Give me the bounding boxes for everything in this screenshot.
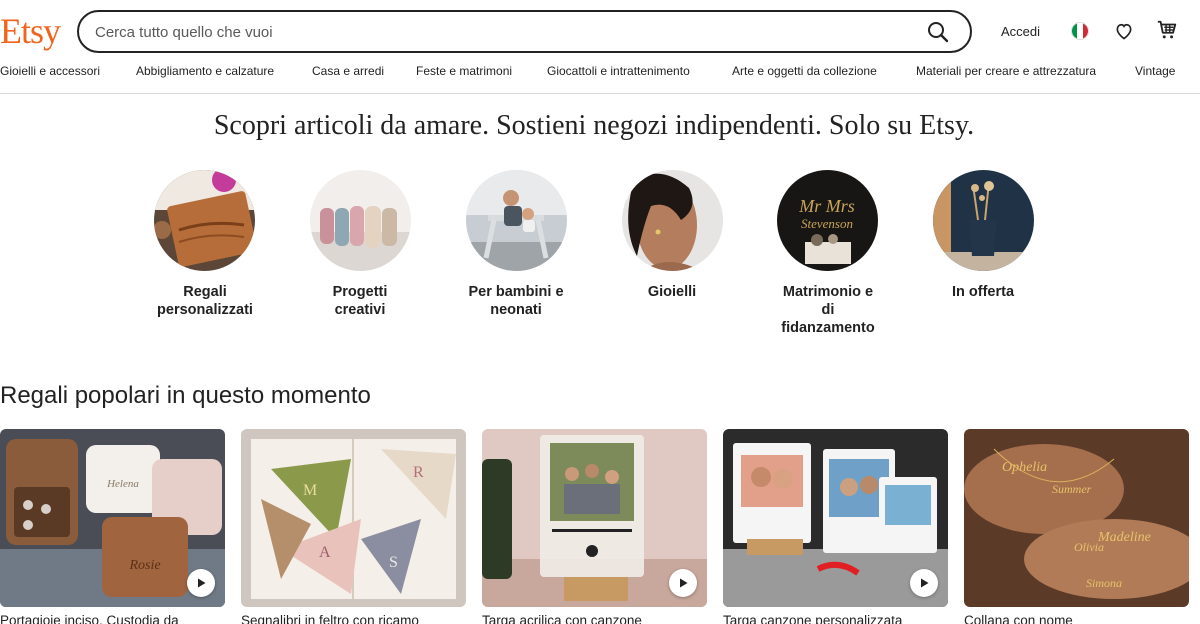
product-card-custom-song-plaque[interactable]	[723, 429, 948, 607]
svg-text:Helena: Helena	[106, 478, 139, 490]
svg-text:Madeline: Madeline	[1097, 530, 1151, 545]
svg-text:M: M	[303, 482, 317, 499]
category-circle-wedding[interactable]: Mr Mrs Stevenson	[777, 170, 878, 271]
category-label-personalized-gifts[interactable]: Regali personalizzati	[130, 283, 280, 319]
nav-item-toys[interactable]: Giocattoli e intrattenimento	[547, 64, 690, 78]
nav-item-jewelry[interactable]: Gioielli e accessori	[0, 64, 100, 78]
svg-text:Rosie: Rosie	[128, 558, 160, 573]
section-title: Regali popolari in questo momento	[0, 382, 371, 409]
etsy-logo[interactable]: Etsy	[0, 11, 61, 51]
category-label-kids-baby[interactable]: Per bambini e neonati	[441, 283, 591, 319]
svg-text:S: S	[389, 554, 398, 571]
page-title: Scopri articoli da amare. Sostieni negoz…	[213, 110, 975, 141]
play-video-icon[interactable]	[669, 569, 697, 597]
search-icon[interactable]	[926, 20, 952, 44]
nav-item-parties[interactable]: Feste e matrimoni	[416, 64, 512, 78]
product-card-felt-bookmarks[interactable]: M R A S	[241, 429, 466, 607]
svg-text:Ophelia: Ophelia	[1002, 460, 1047, 475]
search-input[interactable]	[95, 21, 895, 43]
category-circle-on-sale[interactable]	[933, 170, 1034, 271]
svg-text:Summer: Summer	[1052, 482, 1092, 496]
category-label-on-sale[interactable]: In offerta	[908, 283, 1058, 301]
nav-item-clothing[interactable]: Abbigliamento e calzature	[136, 64, 274, 78]
nav-item-home[interactable]: Casa e arredi	[312, 64, 384, 78]
svg-text:Mr Mrs: Mr Mrs	[798, 196, 855, 216]
svg-text:Stevenson: Stevenson	[801, 216, 853, 231]
product-card-name-necklace[interactable]: Ophelia Summer Madeline Olivia Simona	[964, 429, 1189, 607]
category-label-jewelry[interactable]: Gioielli	[597, 283, 747, 301]
nav-item-craft-supplies[interactable]: Materiali per creare e attrezzatura	[916, 64, 1096, 78]
product-card-acrylic-song-plaque[interactable]	[482, 429, 707, 607]
category-label-wedding[interactable]: Matrimonio e di fidanzamento	[753, 283, 903, 337]
svg-text:A: A	[319, 544, 331, 561]
category-nav: Gioielli e accessori Abbigliamento e cal…	[0, 62, 1200, 94]
product-title[interactable]: Portagioie inciso, Custodia da	[0, 613, 225, 624]
category-circle-personalized-gifts[interactable]	[154, 170, 255, 271]
product-title[interactable]: Collana con nome	[964, 613, 1189, 624]
italy-flag-icon[interactable]	[1071, 22, 1089, 40]
svg-text:Olivia: Olivia	[1074, 540, 1104, 554]
category-circle-jewelry[interactable]	[622, 170, 723, 271]
svg-text:Simona: Simona	[1086, 576, 1122, 590]
header: Etsy Accedi	[0, 0, 1200, 62]
category-circle-creative-projects[interactable]	[310, 170, 411, 271]
search-bar	[77, 10, 972, 53]
signin-link[interactable]: Accedi	[1001, 24, 1040, 39]
cart-icon[interactable]	[1156, 19, 1178, 41]
category-circle-kids-baby[interactable]	[466, 170, 567, 271]
product-title[interactable]: Targa canzone personalizzata	[723, 613, 948, 624]
product-card-jewelry-box[interactable]: Rosie Helena	[0, 429, 225, 607]
play-video-icon[interactable]	[910, 569, 938, 597]
play-video-icon[interactable]	[187, 569, 215, 597]
heart-icon[interactable]	[1114, 21, 1134, 41]
product-title[interactable]: Segnalibri in feltro con ricamo	[241, 613, 466, 624]
svg-text:R: R	[413, 464, 424, 481]
nav-item-vintage[interactable]: Vintage	[1135, 64, 1175, 78]
product-title[interactable]: Targa acrilica con canzone	[482, 613, 707, 624]
category-label-creative-projects[interactable]: Progetti creativi	[285, 283, 435, 319]
nav-item-art[interactable]: Arte e oggetti da collezione	[732, 64, 877, 78]
